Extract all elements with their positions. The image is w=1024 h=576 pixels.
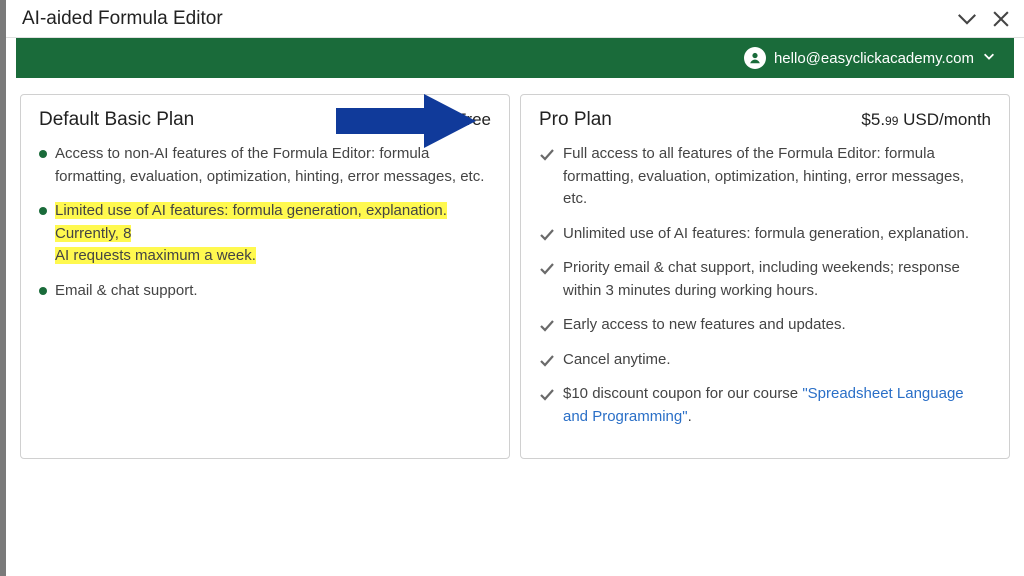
price-cents: 99 [885, 114, 898, 128]
feature-text: Priority email & chat support, including… [563, 257, 991, 302]
check-icon [539, 353, 555, 369]
feature-text: Cancel anytime. [563, 349, 671, 372]
feature-text-post: . [688, 408, 692, 425]
feature-text: $10 discount coupon for our course "Spre… [563, 383, 991, 428]
feature-text: Early access to new features and updates… [563, 314, 846, 337]
feature-text: Unlimited use of AI features: formula ge… [563, 223, 969, 246]
feature-text-pre: $10 discount coupon for our course [563, 385, 802, 402]
basic-plan-price: Free [456, 110, 491, 130]
basic-feature-item: Access to non-AI features of the Formula… [39, 143, 491, 188]
pro-feature-item: $10 discount coupon for our course "Spre… [539, 383, 991, 428]
page-title: AI-aided Formula Editor [22, 8, 223, 30]
window-controls [956, 8, 1012, 30]
basic-plan-name: Default Basic Plan [39, 109, 194, 131]
pro-plan-card: Pro Plan $5.99 USD/month Full access to … [520, 94, 1010, 459]
chevron-down-icon [982, 49, 996, 68]
check-icon [539, 387, 555, 403]
pro-plan-name: Pro Plan [539, 109, 612, 131]
basic-feature-item-highlighted: Limited use of AI features: formula gene… [39, 200, 491, 268]
pro-feature-item: Full access to all features of the Formu… [539, 143, 991, 211]
basic-feature-item: Email & chat support. [39, 280, 491, 303]
pro-feature-item: Unlimited use of AI features: formula ge… [539, 223, 991, 246]
close-button[interactable] [990, 8, 1012, 30]
title-bar: AI-aided Formula Editor [6, 0, 1024, 38]
highlight-text: Limited use of AI features: formula gene… [55, 202, 447, 242]
basic-plan-header: Default Basic Plan Free [39, 109, 491, 131]
pro-feature-item: Cancel anytime. [539, 349, 991, 372]
bullet-icon [39, 150, 47, 158]
bullet-icon [39, 207, 47, 215]
basic-feature-list: Access to non-AI features of the Formula… [39, 143, 491, 302]
avatar-icon [744, 47, 766, 69]
pro-feature-item: Early access to new features and updates… [539, 314, 991, 337]
feature-text: Full access to all features of the Formu… [563, 143, 991, 211]
pro-feature-list: Full access to all features of the Formu… [539, 143, 991, 428]
minimize-button[interactable] [956, 8, 978, 30]
highlight-text: AI requests maximum a week. [55, 247, 256, 264]
price-whole: $5. [861, 110, 885, 129]
pro-feature-item: Priority email & chat support, including… [539, 257, 991, 302]
account-menu[interactable]: hello@easyclickacademy.com [744, 47, 996, 69]
feature-text: Access to non-AI features of the Formula… [55, 143, 491, 188]
check-icon [539, 318, 555, 334]
pro-plan-header: Pro Plan $5.99 USD/month [539, 109, 991, 131]
feature-text: Limited use of AI features: formula gene… [55, 200, 491, 268]
feature-text: Email & chat support. [55, 280, 198, 303]
pro-plan-price: $5.99 USD/month [861, 110, 991, 130]
check-icon [539, 227, 555, 243]
plans-container: Default Basic Plan Free Access to non-AI… [6, 78, 1024, 459]
app-window: AI-aided Formula Editor hello@easyclicka… [0, 0, 1024, 576]
basic-plan-card: Default Basic Plan Free Access to non-AI… [20, 94, 510, 459]
bullet-icon [39, 287, 47, 295]
check-icon [539, 261, 555, 277]
account-bar: hello@easyclickacademy.com [16, 38, 1014, 78]
check-icon [539, 147, 555, 163]
account-email: hello@easyclickacademy.com [774, 50, 974, 67]
price-suffix: USD/month [898, 110, 991, 129]
